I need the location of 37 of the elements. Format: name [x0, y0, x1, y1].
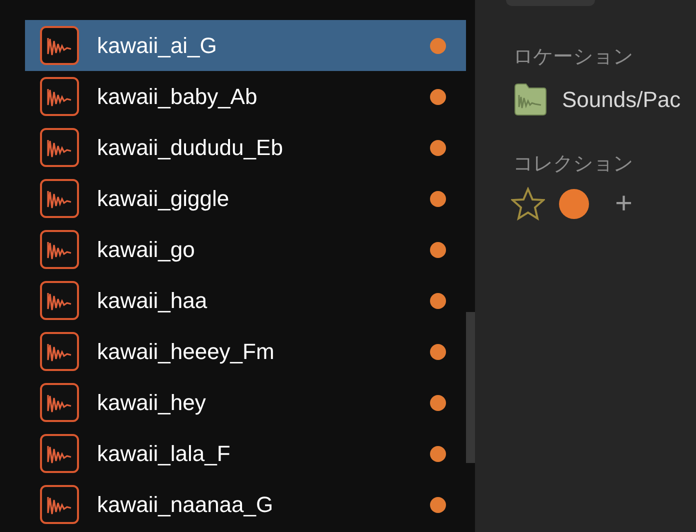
waveform-file-icon [40, 77, 79, 116]
waveform-file-icon [40, 179, 79, 218]
file-row[interactable]: kawaii_giggle [25, 173, 466, 224]
file-row[interactable]: kawaii_go [25, 224, 466, 275]
file-name: kawaii_haa [97, 287, 208, 315]
waveform-file-icon [40, 26, 79, 65]
file-row[interactable]: kawaii_ai_G [25, 20, 466, 71]
file-name: kawaii_giggle [97, 185, 230, 213]
file-name: kawaii_lala_F [97, 440, 232, 468]
add-collection-button[interactable]: + [615, 189, 633, 219]
waveform-file-icon [40, 128, 79, 167]
section-heading: ロケーション [513, 44, 634, 68]
waveform-file-icon [40, 383, 79, 422]
file-name: kawaii_baby_Ab [97, 83, 258, 111]
file-name: kawaii_heeey_Fm [97, 338, 276, 366]
file-row[interactable]: kawaii_heeey_Fm [25, 326, 466, 377]
file-row[interactable]: kawaii_naanaa_G [25, 479, 466, 530]
file-name: kawaii_dududu_Eb [97, 134, 284, 162]
file-row[interactable]: kawaii_lala_F [25, 428, 466, 479]
file-row[interactable]: kawaii_hey [25, 377, 466, 428]
location-path[interactable]: Sounds/Pac [562, 83, 681, 116]
file-name: kawaii_naanaa_G [97, 491, 274, 519]
waveform-file-icon [40, 281, 79, 320]
file-row[interactable]: kawaii_baby_Ab [25, 71, 466, 122]
file-name: kawaii_go [97, 236, 196, 264]
file-name: kawaii_hey [97, 389, 207, 417]
file-row[interactable]: kawaii_dududu_Eb [25, 122, 466, 173]
section-heading: コレクション [513, 151, 634, 175]
file-name: kawaii_ai_G [97, 32, 218, 60]
file-row[interactable]: kawaii_haa [25, 275, 466, 326]
scrollbar-thumb[interactable] [466, 312, 475, 463]
folder-icon [513, 83, 547, 116]
waveform-file-icon [40, 485, 79, 524]
waveform-file-icon [40, 332, 79, 371]
waveform-file-icon [40, 230, 79, 269]
waveform-file-icon [40, 434, 79, 473]
star-icon[interactable] [511, 187, 545, 221]
